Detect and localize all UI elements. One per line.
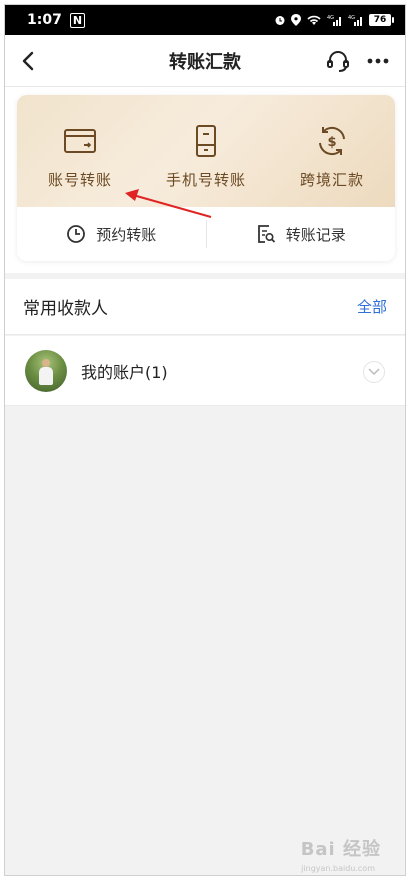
signal-icon-2: 4G <box>348 15 362 26</box>
chevron-down-icon <box>368 368 380 376</box>
clock-icon <box>67 225 86 243</box>
headset-icon[interactable] <box>325 48 351 74</box>
quick-label-cross-border: 跨境汇款 <box>299 171 364 189</box>
quick-phone-transfer[interactable]: 手机号转账 <box>143 95 269 207</box>
back-icon[interactable] <box>17 49 41 73</box>
payee-name: 我的账户(1) <box>81 362 168 382</box>
status-left: 1:07 N <box>27 12 86 28</box>
alarm-icon <box>275 16 285 25</box>
scheduled-transfer-button[interactable]: 预约转账 <box>17 224 206 245</box>
card-icon <box>64 129 96 153</box>
transfer-records-label: 转账记录 <box>285 225 346 244</box>
transfer-card: 账号转账 手机号转账 $ 跨境汇款 预约转账 转账记录 <box>17 95 395 261</box>
nav-bar: 转账汇款 <box>5 35 405 87</box>
quick-label-phone: 手机号转账 <box>165 171 246 189</box>
more-icon[interactable] <box>365 48 391 74</box>
payee-all-link[interactable]: 全部 <box>357 296 387 317</box>
battery-icon: 76 <box>369 14 394 26</box>
payee-section-title: 常用收款人 <box>23 299 108 319</box>
transfer-records-button[interactable]: 转账记录 <box>207 224 396 245</box>
location-icon <box>291 14 301 26</box>
quick-cross-border[interactable]: $ 跨境汇款 <box>269 95 395 207</box>
record-search-icon <box>257 225 275 243</box>
watermark: Bai 经验 <box>300 839 381 860</box>
scheduled-transfer-label: 预约转账 <box>96 225 157 244</box>
payee-header: 常用收款人 全部 <box>5 279 405 335</box>
expand-button[interactable] <box>363 361 385 383</box>
avatar <box>25 349 67 392</box>
wifi-icon <box>307 15 321 25</box>
svg-text:4G: 4G <box>348 15 355 21</box>
nfc-icon: N <box>69 12 86 28</box>
payee-row[interactable]: 我的账户(1) <box>5 336 405 406</box>
phone-icon <box>196 125 216 157</box>
status-time: 1:07 <box>27 12 62 28</box>
dollar-exchange-icon: $ <box>319 126 345 156</box>
svg-text:4G: 4G <box>327 15 334 21</box>
avatar-body <box>39 366 53 385</box>
quick-label-account: 账号转账 <box>47 171 112 189</box>
svg-text:$: $ <box>327 135 336 150</box>
watermark-url: jingyan.baidu.com <box>301 864 375 873</box>
page-title: 转账汇款 <box>169 51 241 73</box>
status-bar: 1:07 N 4G 4G 76 <box>5 5 405 35</box>
avatar-head <box>42 358 50 367</box>
quick-account-transfer[interactable]: 账号转账 <box>17 95 143 207</box>
phone-screen: 1:07 N 4G 4G 76 转账汇款 账号转账 手机号转账 $ 跨境汇款 预… <box>4 4 406 876</box>
status-right: 4G 4G 76 <box>274 14 394 26</box>
quick-actions: 账号转账 手机号转账 $ 跨境汇款 <box>17 95 395 207</box>
sub-actions: 预约转账 转账记录 <box>17 207 395 261</box>
signal-icon-1: 4G <box>327 15 341 26</box>
